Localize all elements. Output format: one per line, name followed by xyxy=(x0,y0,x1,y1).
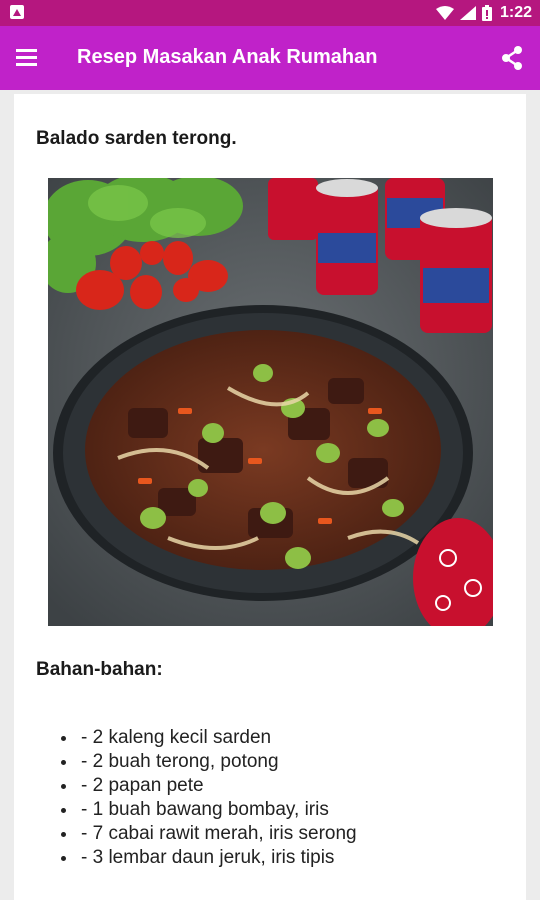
status-icons: 1:22 xyxy=(435,0,532,26)
list-item: - 2 papan pete xyxy=(61,774,501,798)
list-item: - 2 kaleng kecil sarden xyxy=(61,726,501,750)
status-time: 1:22 xyxy=(499,4,532,21)
list-item: - 7 cabai rawit merah, iris serong xyxy=(61,822,501,846)
list-item: - 1 buah bawang bombay, iris xyxy=(61,798,501,822)
signal-icon xyxy=(459,6,476,20)
recipe-title: Balado sarden terong. xyxy=(36,128,237,149)
recipe-photo xyxy=(48,178,493,626)
battery-icon xyxy=(481,5,492,21)
app-title: Resep Masakan Anak Rumahan xyxy=(77,46,378,68)
recipe-card: Balado sarden terong. Bahan-bahan: - 2 k… xyxy=(14,94,526,900)
notification-app-icon xyxy=(10,5,24,19)
ingredients-list: - 2 kaleng kecil sarden - 2 buah terong,… xyxy=(61,726,501,870)
app-bar: Resep Masakan Anak Rumahan xyxy=(0,26,540,90)
list-item: - 3 lembar daun jeruk, iris tipis xyxy=(61,846,501,870)
list-item: - 2 buah terong, potong xyxy=(61,750,501,774)
wifi-icon xyxy=(435,6,454,20)
menu-icon xyxy=(16,49,37,52)
share-button[interactable] xyxy=(498,44,526,72)
share-icon xyxy=(502,46,522,70)
ingredients-heading: Bahan-bahan: xyxy=(36,659,163,680)
menu-button[interactable] xyxy=(14,44,42,72)
status-bar: 1:22 xyxy=(0,0,540,26)
